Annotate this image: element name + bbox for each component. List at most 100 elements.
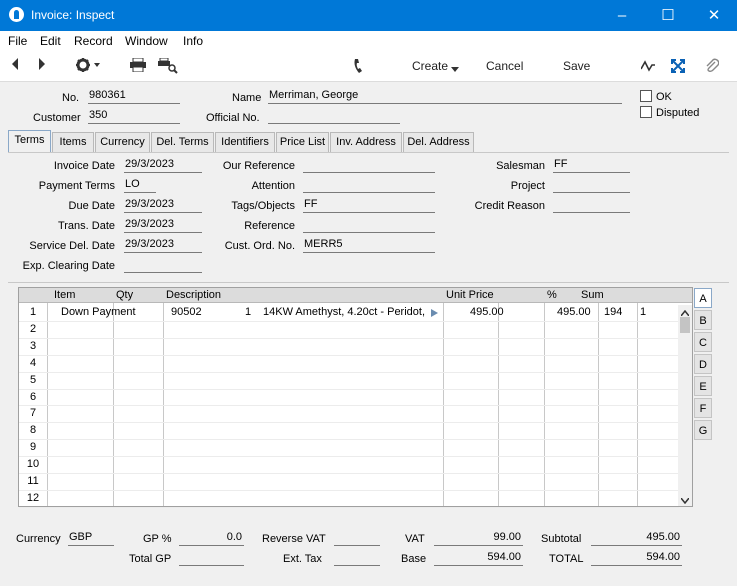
row-divider <box>19 456 679 458</box>
side-tab-f[interactable]: F <box>694 398 712 418</box>
ok-checkbox[interactable] <box>640 90 652 102</box>
row-divider <box>19 320 679 322</box>
menu-info[interactable]: Info <box>183 34 203 48</box>
subtotal-field[interactable]: 495.00 <box>591 531 682 546</box>
tab-inv-address[interactable]: Inv. Address <box>330 132 402 152</box>
official-no-field[interactable] <box>268 109 400 124</box>
trans-date-field[interactable]: 29/3/2023 <box>124 218 202 233</box>
disputed-checkbox[interactable] <box>640 106 652 118</box>
tab-identifiers[interactable]: Identifiers <box>215 132 275 152</box>
gp-percent-field[interactable]: 0.0 <box>179 531 244 546</box>
row1-description[interactable]: 14KW Amethyst, 4.20ct - Peridot, <box>263 306 433 318</box>
tab-items[interactable]: Items <box>52 132 94 152</box>
reference-field[interactable] <box>303 218 435 233</box>
tab-divider <box>8 152 729 153</box>
side-tab-g[interactable]: G <box>694 420 712 440</box>
service-del-date-field[interactable]: 29/3/2023 <box>124 238 202 253</box>
cust-ord-no-field[interactable]: MERR5 <box>303 238 435 253</box>
save-button[interactable]: Save <box>563 59 590 73</box>
scroll-thumb[interactable] <box>680 317 690 333</box>
create-button[interactable]: Create <box>412 59 448 73</box>
tab-currency[interactable]: Currency <box>95 132 150 152</box>
items-grid[interactable]: Item Qty Description Unit Price % Sum 12… <box>18 287 693 508</box>
attachment-icon[interactable] <box>705 58 720 77</box>
menu-file[interactable]: File <box>8 34 27 48</box>
no-label: No. <box>62 92 80 104</box>
credit-reason-field[interactable] <box>553 198 630 213</box>
row1-sum[interactable]: 495.00 <box>557 306 591 318</box>
row1-unit-price[interactable]: 495.00 <box>470 306 504 318</box>
base-label: Base <box>401 553 427 565</box>
row1-code[interactable]: 90502 <box>171 306 202 318</box>
col-percent[interactable]: % <box>547 289 557 301</box>
customer-label: Customer <box>33 112 81 124</box>
attention-field[interactable] <box>303 178 435 193</box>
due-date-field[interactable]: 29/3/2023 <box>124 198 202 213</box>
our-reference-field[interactable] <box>303 158 435 173</box>
side-tab-d[interactable]: D <box>694 354 712 374</box>
side-tab-a[interactable]: A <box>694 288 712 308</box>
ext-tax-field[interactable] <box>334 551 380 566</box>
currency-field[interactable]: GBP <box>68 531 114 546</box>
previous-record-icon[interactable] <box>10 57 20 74</box>
total-gp-field[interactable] <box>179 551 244 566</box>
col-qty[interactable]: Qty <box>116 289 133 301</box>
reverse-vat-field[interactable] <box>334 531 380 546</box>
col-item[interactable]: Item <box>54 289 75 301</box>
grid-scrollbar[interactable] <box>678 305 692 506</box>
cancel-button[interactable]: Cancel <box>486 59 523 73</box>
tab-del-address[interactable]: Del. Address <box>403 132 474 152</box>
tags-objects-field[interactable]: FF <box>303 198 435 213</box>
row1-col-b[interactable]: 1 <box>640 306 646 318</box>
official-no-label: Official No. <box>206 112 260 124</box>
row1-item[interactable]: Down Payment <box>61 306 136 318</box>
tab-del-terms[interactable]: Del. Terms <box>151 132 214 152</box>
row-number: 2 <box>29 322 37 335</box>
payment-terms-field[interactable]: LO <box>124 178 156 193</box>
print-preview-icon[interactable] <box>158 57 178 77</box>
title-bar: Invoice: Inspect – ☐ ✕ <box>0 0 737 31</box>
disputed-label: Disputed <box>656 107 700 119</box>
tab-price-list[interactable]: Price List <box>276 132 329 152</box>
menu-edit[interactable]: Edit <box>40 34 61 48</box>
minimize-icon[interactable]: – <box>599 0 645 31</box>
close-icon[interactable]: ✕ <box>691 0 737 31</box>
menu-window[interactable]: Window <box>125 34 168 48</box>
total-field[interactable]: 594.00 <box>591 551 682 566</box>
attention-label: Attention <box>251 180 295 192</box>
gear-icon[interactable] <box>75 57 101 76</box>
expand-icon[interactable] <box>671 59 685 76</box>
col-sum[interactable]: Sum <box>581 289 604 301</box>
side-tab-b[interactable]: B <box>694 310 712 330</box>
side-tab-e[interactable]: E <box>694 376 712 396</box>
no-field[interactable]: 980361 <box>88 89 180 104</box>
phone-icon[interactable] <box>353 58 365 77</box>
row-arrow-icon[interactable] <box>431 308 438 320</box>
row1-col-a[interactable]: 194 <box>604 306 622 318</box>
name-field[interactable]: Merriman, George <box>268 89 622 104</box>
customer-field[interactable]: 350 <box>88 109 180 124</box>
row-number: 12 <box>26 491 40 504</box>
project-field[interactable] <box>553 178 630 193</box>
chevron-down-icon[interactable] <box>451 63 459 75</box>
tab-terms[interactable]: Terms <box>8 130 51 153</box>
vat-field[interactable]: 99.00 <box>434 531 523 546</box>
row1-qty[interactable]: 1 <box>245 306 251 318</box>
activity-icon[interactable] <box>640 59 655 76</box>
scroll-down-icon[interactable] <box>680 495 690 507</box>
row-divider <box>19 506 679 508</box>
col-unit-price[interactable]: Unit Price <box>446 289 494 301</box>
exp-clearing-date-field[interactable] <box>124 258 202 273</box>
base-field[interactable]: 594.00 <box>434 551 523 566</box>
row-number: 4 <box>29 356 37 369</box>
payment-terms-label: Payment Terms <box>38 180 115 192</box>
row-number: 6 <box>29 390 37 403</box>
invoice-date-field[interactable]: 29/3/2023 <box>124 158 202 173</box>
col-description[interactable]: Description <box>166 289 221 301</box>
next-record-icon[interactable] <box>37 57 47 74</box>
maximize-icon[interactable]: ☐ <box>645 0 691 31</box>
print-icon[interactable] <box>130 57 146 75</box>
salesman-field[interactable]: FF <box>553 158 630 173</box>
side-tab-c[interactable]: C <box>694 332 712 352</box>
menu-record[interactable]: Record <box>74 34 113 48</box>
